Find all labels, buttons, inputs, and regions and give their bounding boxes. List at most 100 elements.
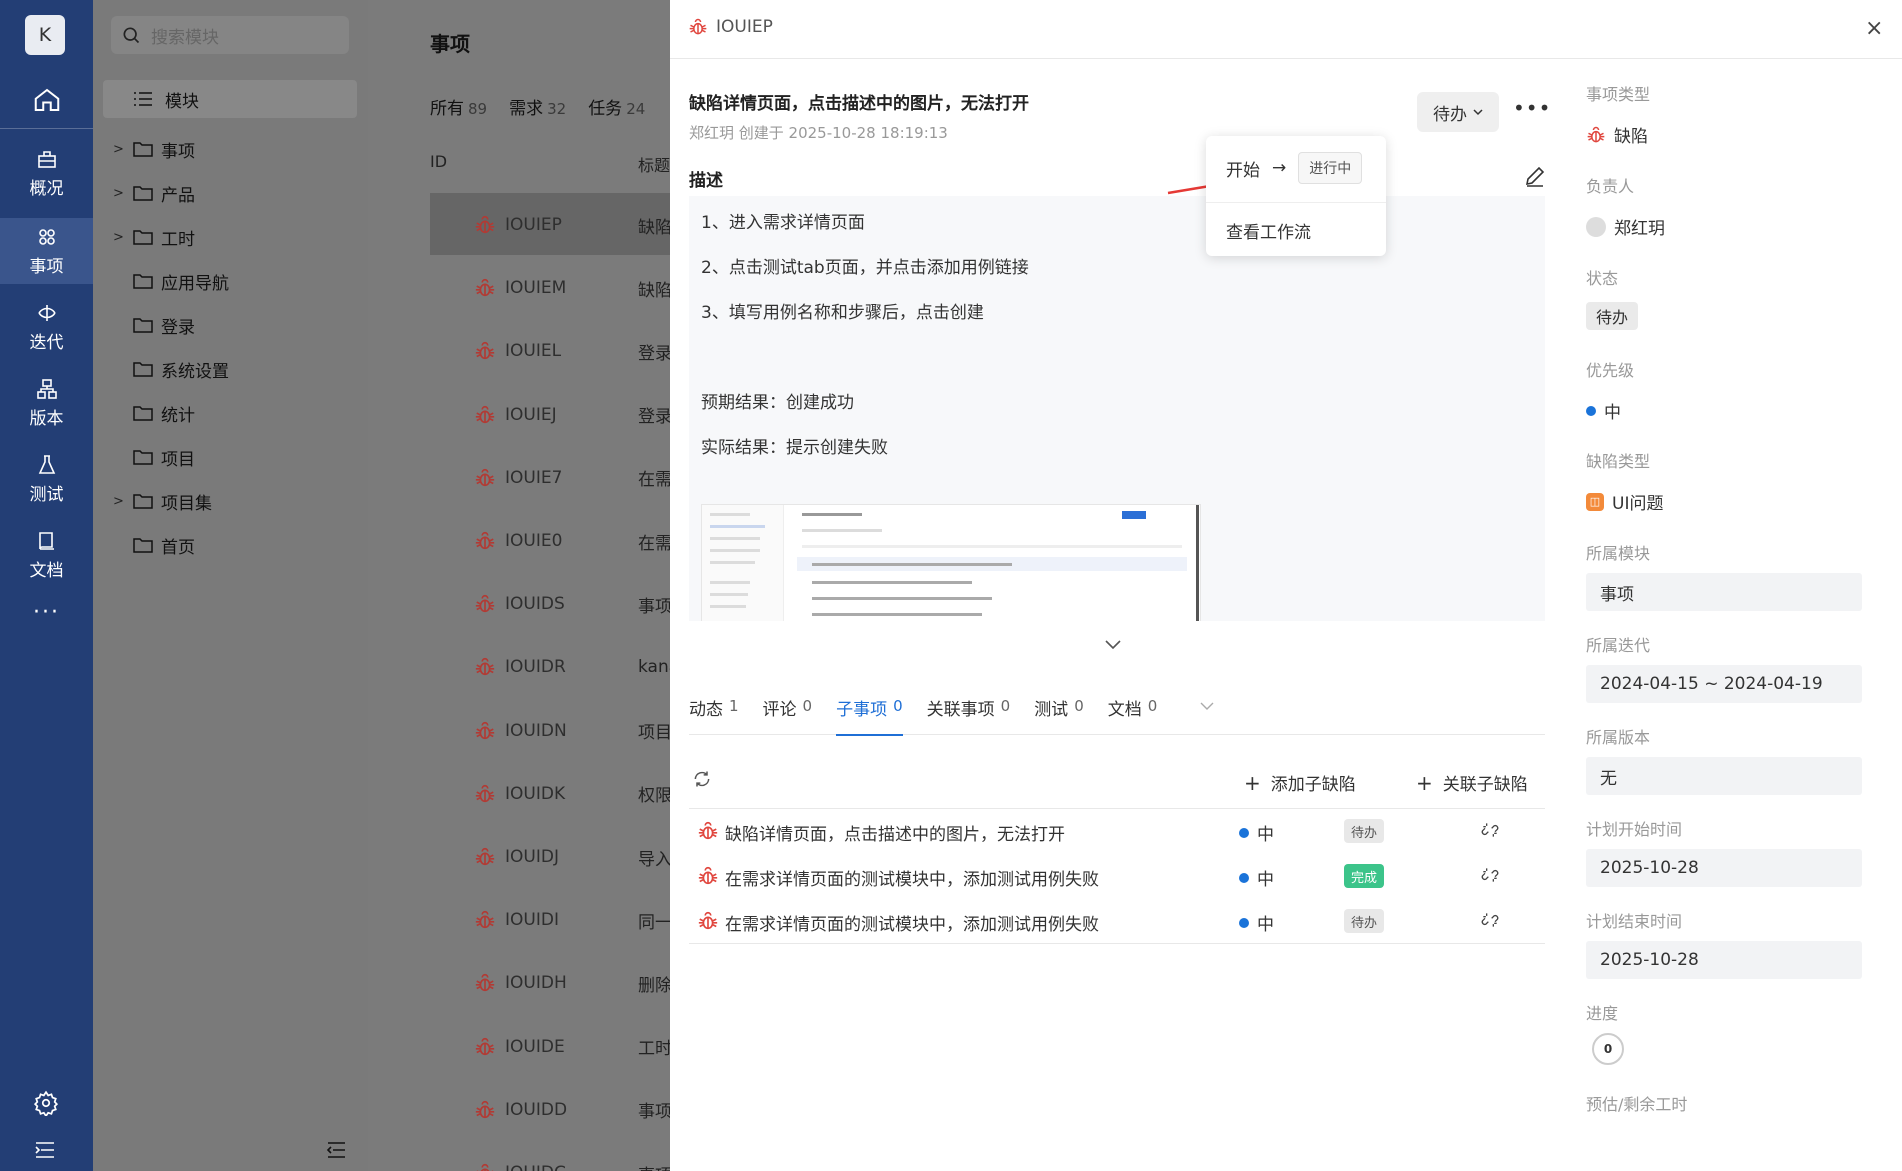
home-button[interactable] bbox=[0, 72, 93, 128]
row-id: IOUIE0 bbox=[505, 531, 563, 551]
tab-task[interactable]: 任务 24 bbox=[588, 94, 645, 119]
nav-sprint[interactable]: 迭代 bbox=[0, 294, 93, 360]
table-row[interactable]: IOUIDE 工时 bbox=[430, 1032, 670, 1062]
tree-item[interactable]: > 工时 bbox=[113, 222, 195, 252]
table-row[interactable]: IOUIEJ 登录 bbox=[430, 400, 670, 430]
tab-comments[interactable]: 评论 0 bbox=[763, 695, 813, 735]
unlink-icon[interactable] bbox=[1480, 910, 1500, 930]
tree-item[interactable]: 项目 bbox=[113, 442, 195, 472]
drawer-main: 缺陷详情页面，点击描述中的图片，无法打开 郑红玥 创建于 2025-10-28 … bbox=[670, 59, 1556, 1171]
bugtype-value[interactable]: ◫ UI问题 bbox=[1586, 489, 1663, 514]
user-avatar[interactable]: K bbox=[25, 15, 65, 55]
table-row[interactable]: IOUIE0 在需 bbox=[430, 526, 670, 556]
tab-activity[interactable]: 动态 1 bbox=[689, 695, 739, 735]
version-field[interactable]: 无 bbox=[1586, 757, 1862, 795]
progress-ring[interactable]: 0 bbox=[1592, 1033, 1624, 1065]
bug-icon bbox=[475, 342, 495, 360]
view-workflow-option[interactable]: 查看工作流 bbox=[1226, 218, 1311, 243]
subitem-title[interactable]: 在需求详情页面的测试模块中，添加测试用例失败 bbox=[725, 910, 1099, 935]
bug-icon bbox=[475, 721, 495, 739]
home-icon bbox=[34, 88, 59, 111]
subitem-row[interactable]: 缺陷详情页面，点击描述中的图片，无法打开 中 待办 bbox=[689, 809, 1545, 853]
subitem-title[interactable]: 在需求详情页面的测试模块中，添加测试用例失败 bbox=[725, 865, 1099, 890]
end-date-field[interactable]: 2025-10-28 bbox=[1586, 941, 1862, 979]
tree-item[interactable]: > 项目集 bbox=[113, 486, 212, 516]
table-row[interactable]: IOUIDR kana bbox=[430, 652, 670, 682]
tree-item[interactable]: 登录 bbox=[113, 310, 195, 340]
bug-icon bbox=[1587, 126, 1605, 142]
type-value[interactable]: 缺陷 bbox=[1586, 122, 1648, 147]
priority-value[interactable]: 中 bbox=[1586, 398, 1621, 423]
chevron-down-icon[interactable] bbox=[1104, 639, 1122, 651]
subitem-row[interactable]: 在需求详情页面的测试模块中，添加测试用例失败 中 完成 bbox=[689, 854, 1545, 898]
tree-item[interactable]: 统计 bbox=[113, 398, 195, 428]
gear-icon[interactable] bbox=[33, 1090, 59, 1116]
table-row[interactable]: IOUIDD 事项 bbox=[430, 1095, 670, 1125]
module-search[interactable]: 搜索模块 bbox=[111, 16, 349, 54]
issue-title[interactable]: 缺陷详情页面，点击描述中的图片，无法打开 bbox=[689, 89, 1029, 114]
nav-workitems[interactable]: 事项 bbox=[0, 218, 93, 284]
tab-related[interactable]: 关联事项 0 bbox=[927, 695, 1011, 735]
folder-icon bbox=[133, 362, 153, 377]
nav-version[interactable]: 版本 bbox=[0, 370, 93, 436]
nav-overview[interactable]: 概况 bbox=[0, 140, 93, 206]
collapse-menu-icon[interactable] bbox=[33, 1139, 57, 1161]
subitem-row[interactable]: 在需求详情页面的测试模块中，添加测试用例失败 中 待办 bbox=[689, 899, 1545, 943]
tab-tests[interactable]: 测试 0 bbox=[1034, 695, 1084, 735]
table-row[interactable]: IOUIDN 项目 bbox=[430, 716, 670, 746]
nav-docs[interactable]: 文档 bbox=[0, 522, 93, 588]
module-title-row[interactable]: 模块 bbox=[103, 80, 357, 118]
table-row[interactable]: IOUIDK 权限 bbox=[430, 779, 670, 809]
table-row[interactable]: IOUIDI 同一 bbox=[430, 905, 670, 935]
row-id: IOUIDS bbox=[505, 594, 565, 615]
description-image[interactable] bbox=[701, 504, 1201, 621]
unlink-icon[interactable] bbox=[1480, 865, 1500, 885]
tab-all[interactable]: 所有 89 bbox=[430, 94, 487, 119]
status-dropdown[interactable]: 待办 bbox=[1417, 92, 1499, 132]
chevron-down-icon[interactable] bbox=[1199, 701, 1215, 711]
table-row[interactable]: IOUIEP 缺陷 bbox=[430, 210, 670, 240]
table-row[interactable]: IOUIE7 在需 bbox=[430, 463, 670, 493]
table-row[interactable]: IOUIEM 缺陷 bbox=[430, 273, 670, 303]
unlink-icon[interactable] bbox=[1480, 820, 1500, 840]
sprint-field[interactable]: 2024-04-15 ~ 2024-04-19 bbox=[1586, 665, 1862, 703]
table-row[interactable]: IOUIDC 事项 bbox=[430, 1158, 670, 1171]
properties-panel: 事项类型 缺陷 负责人 郑红玥 状态 待办 优先级 中 缺陷类型 ◫ UI问题 … bbox=[1586, 59, 1886, 1171]
tree-item[interactable]: 首页 bbox=[113, 530, 195, 560]
chevron-right-icon: > bbox=[113, 141, 124, 157]
table-row[interactable]: IOUIEL 登录 bbox=[430, 336, 670, 366]
module-title: 模块 bbox=[165, 91, 199, 112]
tree-item-label: 事项 bbox=[161, 141, 195, 162]
tab-subitems[interactable]: 子事项 0 bbox=[836, 695, 903, 736]
start-date-field[interactable]: 2025-10-28 bbox=[1586, 849, 1862, 887]
nav-test[interactable]: 测试 bbox=[0, 446, 93, 512]
tab-requirement[interactable]: 需求 32 bbox=[509, 94, 566, 119]
tree-item[interactable]: > 产品 bbox=[113, 178, 195, 208]
more-actions-button[interactable]: ••• bbox=[1513, 96, 1551, 120]
nav-rail: K 概况 事项 迭代 版本 测试 文档 ··· bbox=[0, 0, 93, 1171]
tree-item[interactable]: 应用导航 bbox=[113, 266, 229, 296]
refresh-icon[interactable] bbox=[692, 769, 712, 789]
row-id: IOUIDE bbox=[505, 1036, 565, 1057]
status-badge: 待办 bbox=[1344, 819, 1385, 843]
add-subdefect-button[interactable]: + 添加子缺陷 bbox=[1244, 770, 1356, 796]
status-value[interactable]: 待办 bbox=[1586, 302, 1639, 330]
owner-value[interactable]: 郑红玥 bbox=[1586, 214, 1665, 239]
table-row[interactable]: IOUIDS 事项 bbox=[430, 589, 670, 619]
more-icon[interactable]: ··· bbox=[0, 600, 93, 625]
table-row[interactable]: IOUIDJ 导入 bbox=[430, 842, 670, 872]
tree-item[interactable]: > 事项 bbox=[113, 134, 195, 164]
module-field[interactable]: 事项 bbox=[1586, 573, 1862, 611]
subitem-title[interactable]: 缺陷详情页面，点击描述中的图片，无法打开 bbox=[725, 820, 1065, 845]
description-content[interactable]: 1、进入需求详情页面 2、点击测试tab页面，并点击添加用例链接 3、填写用例名… bbox=[689, 196, 1545, 621]
table-row[interactable]: IOUIDH 删除 bbox=[430, 968, 670, 998]
dimmed-background[interactable]: 搜索模块 模块 > 事项 > 产品 > 工时 应用导航 登录 系统设置 统计 项目 >… bbox=[93, 0, 670, 1171]
collapse-panel-icon[interactable] bbox=[325, 1140, 347, 1160]
tab-documents[interactable]: 文档 0 bbox=[1108, 695, 1158, 735]
desc-line: 2、点击测试tab页面，并点击添加用例链接 bbox=[701, 258, 1029, 278]
close-button[interactable]: × bbox=[1865, 16, 1883, 41]
edit-icon[interactable] bbox=[1523, 164, 1547, 188]
tree-item[interactable]: 系统设置 bbox=[113, 354, 229, 384]
start-transition-option[interactable]: 开始 → 进行中 bbox=[1226, 152, 1363, 184]
link-subdefect-button[interactable]: + 关联子缺陷 bbox=[1416, 770, 1528, 796]
